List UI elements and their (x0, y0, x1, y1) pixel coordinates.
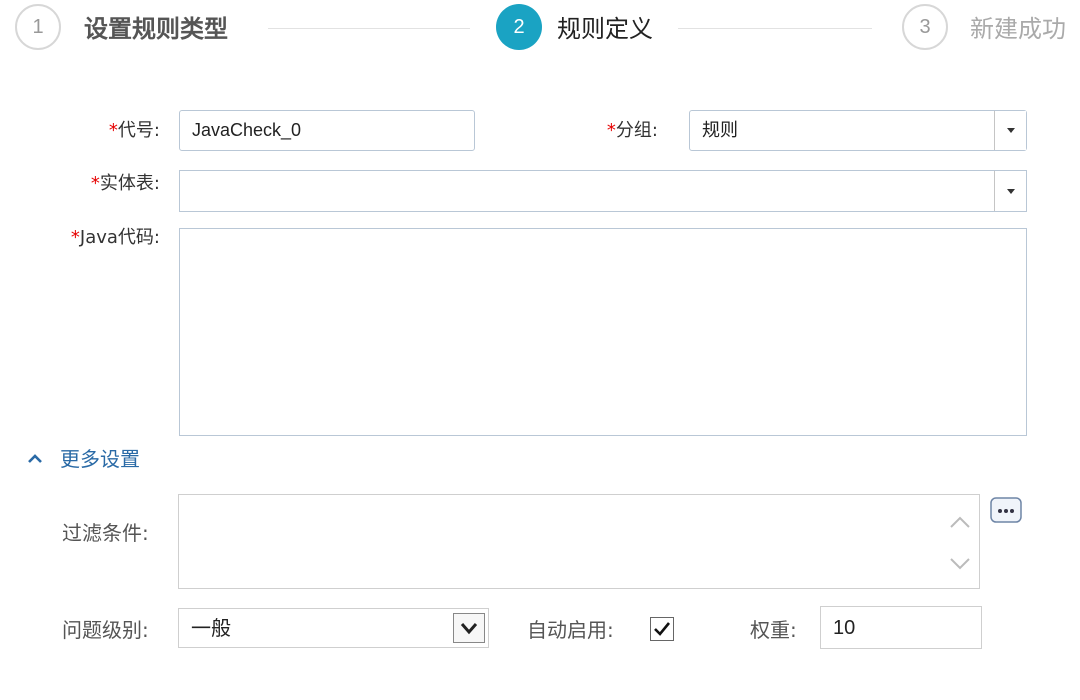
auto-enable-label: 自动启用: (527, 618, 614, 642)
auto-enable-checkbox[interactable] (650, 617, 674, 641)
entity-label: *实体表: (90, 173, 160, 194)
weight-label: 权重: (750, 618, 797, 642)
step-connector-2 (678, 28, 872, 29)
level-select[interactable]: 一般 (178, 608, 489, 648)
level-select-value: 一般 (191, 616, 231, 640)
chevron-down-icon (1006, 128, 1015, 133)
group-label: *分组: (606, 120, 658, 141)
step-1-circle: 1 (15, 4, 61, 50)
more-settings-toggle[interactable]: 更多设置 (60, 446, 140, 472)
level-dropdown-button[interactable] (453, 613, 485, 643)
scroll-down-icon[interactable] (948, 556, 972, 572)
java-code-textarea[interactable] (179, 228, 1027, 436)
chevron-up-icon[interactable] (26, 450, 44, 468)
group-dropdown-button[interactable] (994, 111, 1026, 150)
more-options-icon[interactable] (990, 497, 1022, 523)
weight-input[interactable]: 10 (820, 606, 982, 649)
step-2-circle: 2 (496, 4, 542, 50)
entity-dropdown-button[interactable] (994, 171, 1026, 211)
code-input[interactable]: JavaCheck_0 (179, 110, 475, 151)
filter-textarea[interactable] (178, 494, 980, 589)
checkmark-icon (654, 622, 671, 636)
filter-label: 过滤条件: (62, 521, 149, 545)
step-3-label: 新建成功 (970, 15, 1066, 43)
step-1-label: 设置规则类型 (84, 15, 228, 43)
chevron-down-icon (460, 623, 478, 635)
step-connector-1 (268, 28, 470, 29)
scroll-up-icon[interactable] (948, 514, 972, 530)
level-label: 问题级别: (62, 618, 149, 642)
java-code-label: *Java代码: (70, 227, 160, 248)
code-label: *代号: (108, 120, 160, 141)
group-select-value: 规则 (702, 120, 738, 140)
step-2-label: 规则定义 (557, 15, 653, 43)
group-select[interactable]: 规则 (689, 110, 1027, 151)
step-3-circle: 3 (902, 4, 948, 50)
chevron-down-icon (1006, 188, 1015, 194)
entity-select[interactable] (179, 170, 1027, 212)
